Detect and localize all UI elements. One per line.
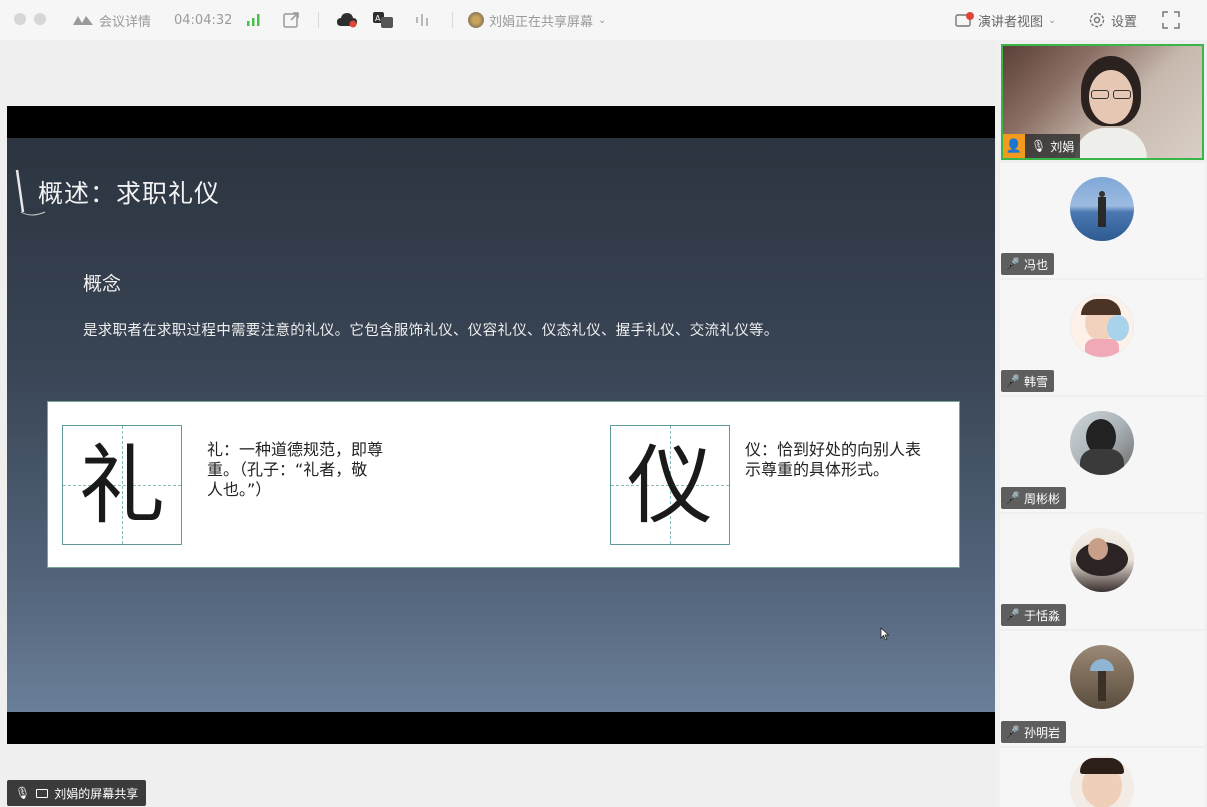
participant-nametag: 🎤 韩雪 bbox=[1001, 370, 1054, 392]
li-definition-line: 人也。”） bbox=[207, 480, 272, 499]
meeting-info-label: 会议详情 bbox=[99, 14, 152, 30]
participant-tile[interactable]: 🎤 韩雪 bbox=[1000, 280, 1205, 395]
yi-glyph-box: 仪 bbox=[610, 425, 730, 545]
meeting-info-button[interactable]: 会议详情 bbox=[72, 0, 151, 40]
li-definition-line: 重。（孔子：“礼者，敬 bbox=[207, 460, 368, 479]
title-bar: 会议详情 04:04:32 A 刘娟正在共享屏幕 ⌄ 演讲者视图 ⌄ 设置 bbox=[0, 0, 1207, 40]
participant-name: 孙明岩 bbox=[1023, 725, 1060, 740]
avatar bbox=[1070, 528, 1134, 592]
speaker-video bbox=[1075, 56, 1147, 158]
avatar bbox=[1070, 756, 1134, 807]
avatar bbox=[1070, 411, 1134, 475]
participant-tile[interactable]: 🎤 于恬淼 bbox=[1000, 514, 1205, 629]
sharer-avatar-icon bbox=[468, 12, 484, 28]
settings-button[interactable]: 设置 bbox=[1088, 0, 1137, 40]
mic-muted-icon: 🎤 bbox=[1005, 257, 1020, 271]
participant-nametag: 🎤 孙明岩 bbox=[1001, 721, 1066, 743]
yi-character: 仪 bbox=[627, 436, 713, 536]
participant-name: 于恬淼 bbox=[1023, 608, 1060, 623]
gear-icon bbox=[1089, 12, 1105, 28]
participant-tile[interactable]: 🎤 周彬彬 bbox=[1000, 397, 1205, 512]
participant-tile[interactable] bbox=[1000, 748, 1205, 807]
cloud-record-icon[interactable] bbox=[336, 0, 358, 40]
slide-description: 是求职者在求职过程中需要注意的礼仪。它包含服饰礼仪、仪容礼仪、仪态礼仪、握手礼仪… bbox=[83, 323, 779, 339]
mic-muted-icon: 🎤 bbox=[1005, 608, 1020, 622]
li-definition: 礼：一种道德规范，即尊 重。（孔子：“礼者，敬 人也。”） bbox=[207, 440, 437, 500]
translate-icon[interactable]: A bbox=[372, 0, 394, 40]
presenter-view-dropdown[interactable]: 演讲者视图 ⌄ bbox=[955, 0, 1056, 40]
participant-nametag: 🎤 冯也 bbox=[1001, 253, 1054, 275]
mic-muted-icon: 🎤 bbox=[1005, 374, 1020, 388]
avatar bbox=[1070, 177, 1134, 241]
mouse-cursor-icon bbox=[880, 627, 890, 641]
network-signal-icon[interactable] bbox=[246, 0, 262, 40]
participant-name: 周彬彬 bbox=[1023, 491, 1060, 506]
li-character: 礼 bbox=[79, 436, 165, 536]
yi-definition: 仪：恰到好处的向别人表 示尊重的具体形式。 bbox=[745, 440, 955, 480]
sharing-status-dropdown[interactable]: 刘娟正在共享屏幕 ⌄ bbox=[468, 0, 606, 40]
li-definition-line: 礼：一种道德规范，即尊 bbox=[207, 440, 384, 459]
letterbox-top bbox=[7, 106, 995, 138]
slide-title: 概述：求职礼仪 bbox=[38, 179, 221, 208]
li-glyph-box: 礼 bbox=[62, 425, 182, 545]
letterbox-bottom bbox=[7, 712, 995, 744]
mic-muted-icon: 🎤 bbox=[1005, 725, 1020, 739]
avatar bbox=[1070, 645, 1134, 709]
screen-share-label: 刘娟的屏幕共享 bbox=[54, 786, 139, 801]
screen-share-icon bbox=[36, 788, 49, 798]
participant-tile[interactable]: 🎤 孙明岩 bbox=[1000, 631, 1205, 746]
window-close-button[interactable] bbox=[14, 13, 26, 25]
participant-name: 冯也 bbox=[1023, 257, 1048, 272]
meeting-logo-icon bbox=[73, 16, 93, 25]
presentation-slide: 概述：求职礼仪 概念 是求职者在求职过程中需要注意的礼仪。它包含服饰礼仪、仪容礼… bbox=[7, 138, 995, 712]
timer-text: 04:04:32 bbox=[174, 12, 233, 28]
yi-definition-line: 示尊重的具体形式。 bbox=[745, 460, 890, 479]
featured-nametag: 👤 🎙 刘娟 bbox=[1003, 134, 1081, 158]
fullscreen-icon[interactable] bbox=[1162, 0, 1180, 40]
svg-text:A: A bbox=[375, 14, 381, 23]
participant-name: 刘娟 bbox=[1050, 139, 1075, 154]
yi-definition-line: 仪：恰到好处的向别人表 bbox=[745, 440, 922, 459]
avatar bbox=[1070, 294, 1134, 358]
participant-nametag: 🎤 于恬淼 bbox=[1001, 604, 1066, 626]
chevron-down-icon: ⌄ bbox=[1048, 14, 1057, 26]
microphone-icon: 🎙 bbox=[1031, 139, 1047, 153]
participant-nametag: 🎤 周彬彬 bbox=[1001, 487, 1066, 509]
microphone-icon: 🎙 bbox=[15, 786, 31, 800]
share-link-icon[interactable] bbox=[282, 0, 300, 40]
presenter-view-icon bbox=[955, 12, 974, 28]
participant-name: 韩雪 bbox=[1023, 374, 1048, 389]
settings-label: 设置 bbox=[1111, 14, 1138, 30]
window-minimize-button[interactable] bbox=[34, 13, 46, 25]
participant-tile[interactable]: 🎤 冯也 bbox=[1000, 163, 1205, 278]
meeting-timer: 04:04:32 bbox=[174, 0, 232, 40]
featured-video-tile[interactable]: 👤 🎙 刘娟 bbox=[1001, 44, 1204, 160]
audio-level-icon[interactable] bbox=[414, 0, 432, 40]
definition-card: 礼 礼：一种道德规范，即尊 重。（孔子：“礼者，敬 人也。”） 仪 仪：恰到好处… bbox=[47, 401, 960, 568]
mic-muted-icon: 🎤 bbox=[1005, 491, 1020, 505]
host-icon: 👤 bbox=[1003, 134, 1025, 158]
chevron-down-icon: ⌄ bbox=[598, 14, 607, 26]
slide-subtitle: 概念 bbox=[83, 273, 122, 295]
presenter-view-label: 演讲者视图 bbox=[978, 14, 1044, 30]
screen-share-tag: 🎙 刘娟的屏幕共享 bbox=[7, 780, 147, 806]
sharing-status-text: 刘娟正在共享屏幕 bbox=[489, 14, 594, 30]
